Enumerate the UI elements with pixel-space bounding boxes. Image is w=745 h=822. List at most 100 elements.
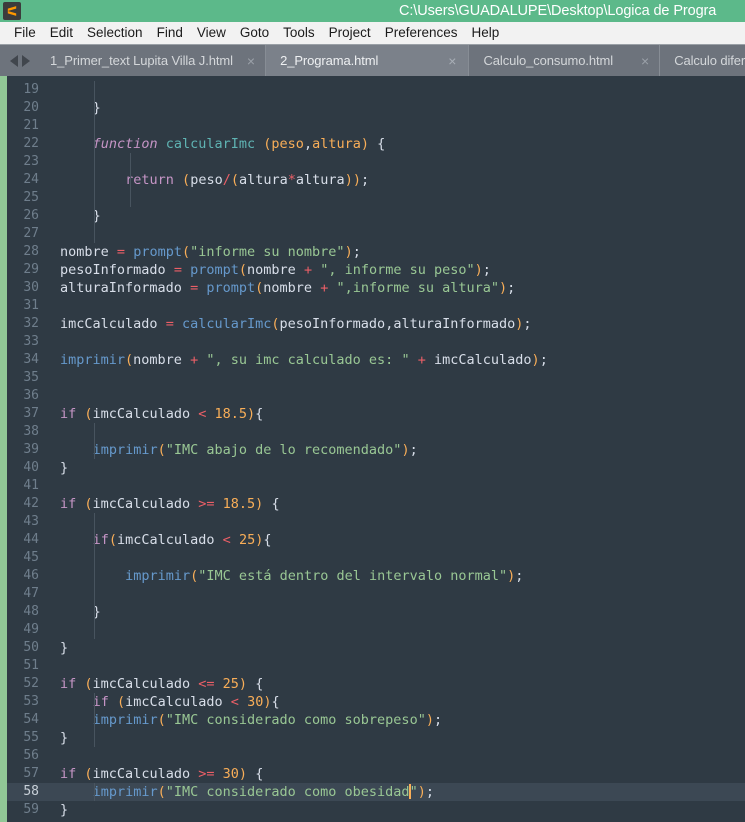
code-line[interactable]: 58 imprimir("IMC considerado como obesid… <box>7 783 745 801</box>
code-line[interactable]: 21 <box>7 117 745 135</box>
close-icon[interactable]: × <box>641 54 649 68</box>
line-number: 57 <box>23 766 39 781</box>
code-line[interactable]: 54 imprimir("IMC considerado como sobrep… <box>7 711 745 729</box>
menu-item-preferences[interactable]: Preferences <box>378 22 465 44</box>
code-line[interactable]: 28 nombre = prompt("informe su nombre"); <box>7 243 745 261</box>
line-number: 59 <box>23 802 39 817</box>
code-line[interactable]: 20 } <box>7 99 745 117</box>
code-line[interactable]: 48 } <box>7 603 745 621</box>
code-line[interactable]: 36 <box>7 387 745 405</box>
code-line[interactable]: 32 imcCalculado = calcularImc(pesoInforma… <box>7 315 745 333</box>
code-line[interactable]: 43 <box>7 513 745 531</box>
code-text: imprimir("IMC está dentro del intervalo … <box>125 568 524 584</box>
indent-guide <box>94 693 95 747</box>
code-line[interactable]: 33 <box>7 333 745 351</box>
code-line[interactable]: 40} <box>7 459 745 477</box>
code-text: if (imcCalculado < 18.5){ <box>60 406 264 422</box>
line-number: 28 <box>23 244 39 259</box>
menu-item-selection[interactable]: Selection <box>80 22 150 44</box>
tab-label: 2_Programa.html <box>280 53 379 68</box>
line-number: 39 <box>23 442 39 457</box>
close-icon[interactable]: × <box>448 54 456 68</box>
menu-bar: File Edit Selection Find View Goto Tools… <box>0 22 745 45</box>
arrow-right-icon[interactable] <box>22 54 30 67</box>
menu-item-edit[interactable]: Edit <box>43 22 80 44</box>
line-number: 33 <box>23 334 39 349</box>
line-number: 29 <box>23 262 39 277</box>
code-line[interactable]: 55} <box>7 729 745 747</box>
code-line[interactable]: 27 <box>7 225 745 243</box>
line-number: 22 <box>23 136 39 151</box>
code-line[interactable]: 25 <box>7 189 745 207</box>
code-line[interactable]: 57 if (imcCalculado >= 30) { <box>7 765 745 783</box>
code-line[interactable]: 19 <box>7 81 745 99</box>
code-line[interactable]: 30 alturaInformado = prompt(nombre + ",in… <box>7 279 745 297</box>
code-line[interactable]: 34 imprimir(nombre + ", su imc calculado … <box>7 351 745 369</box>
code-text: } <box>92 100 101 116</box>
code-line[interactable]: 31 <box>7 297 745 315</box>
line-number: 54 <box>23 712 39 727</box>
window-title: C:\Users\GUADALUPE\Desktop\Logica de Pro… <box>399 3 717 19</box>
code-line[interactable]: 24 return (peso/(altura*altura)); <box>7 171 745 189</box>
line-number: 32 <box>23 316 39 331</box>
code-line[interactable]: 42 if (imcCalculado >= 18.5) { <box>7 495 745 513</box>
close-icon[interactable]: × <box>247 54 255 68</box>
code-text: alturaInformado = prompt(nombre + ",info… <box>60 280 516 296</box>
code-text: } <box>60 640 69 656</box>
menu-item-project[interactable]: Project <box>322 22 378 44</box>
menu-item-goto[interactable]: Goto <box>233 22 276 44</box>
line-number: 36 <box>23 388 39 403</box>
code-line[interactable]: 49 <box>7 621 745 639</box>
menu-item-help[interactable]: Help <box>465 22 507 44</box>
code-text: pesoInformado = prompt(nombre + ", infor… <box>60 262 491 278</box>
code-line[interactable]: 38 <box>7 423 745 441</box>
menu-item-file[interactable]: File <box>7 22 43 44</box>
line-number: 42 <box>23 496 39 511</box>
tab-calculo-consumo[interactable]: Calculo_consumo.html × <box>468 45 659 76</box>
code-line[interactable]: 41 <box>7 477 745 495</box>
tab-calculo-diferencia-edades[interactable]: Calculo diferencia de edades.htm <box>659 45 745 76</box>
code-line[interactable]: 53 if (imcCalculado < 30){ <box>7 693 745 711</box>
code-line[interactable]: 26 } <box>7 207 745 225</box>
line-number: 31 <box>23 298 39 313</box>
code-line[interactable]: 22 function calcularImc (peso,altura) { <box>7 135 745 153</box>
line-number: 27 <box>23 226 39 241</box>
code-line[interactable]: 56 <box>7 747 745 765</box>
tab-2-programa[interactable]: 2_Programa.html × <box>265 45 469 76</box>
code-text: if(imcCalculado < 25){ <box>92 532 272 548</box>
line-number: 34 <box>23 352 39 367</box>
code-line[interactable]: 44 if(imcCalculado < 25){ <box>7 531 745 549</box>
code-line[interactable]: 35 <box>7 369 745 387</box>
code-line[interactable]: 29 pesoInformado = prompt(nombre + ", inf… <box>7 261 745 279</box>
menu-item-find[interactable]: Find <box>150 22 190 44</box>
code-line[interactable]: 45 <box>7 549 745 567</box>
tab-1-primer-text[interactable]: 1_Primer_text Lupita Villa J.html × <box>38 45 265 76</box>
menu-item-view[interactable]: View <box>190 22 233 44</box>
tab-label: Calculo diferencia de edades.htm <box>674 53 745 68</box>
code-line[interactable]: 23 <box>7 153 745 171</box>
code-text: imprimir("IMC considerado como sobrepeso… <box>92 712 443 728</box>
menu-item-tools[interactable]: Tools <box>276 22 322 44</box>
line-number: 20 <box>23 100 39 115</box>
code-editor[interactable]: 19 20 } 21 22 function calcularImc (peso,al… <box>7 76 745 822</box>
code-line[interactable]: 52 if (imcCalculado <= 25) { <box>7 675 745 693</box>
arrow-left-icon[interactable] <box>10 54 18 67</box>
line-number: 50 <box>23 640 39 655</box>
code-line[interactable]: 47 <box>7 585 745 603</box>
code-line[interactable]: 39 imprimir("IMC abajo de lo recomendado… <box>7 441 745 459</box>
editor-area: 19 20 } 21 22 function calcularImc (peso,al… <box>0 76 745 822</box>
code-text: if (imcCalculado >= 30) { <box>60 766 264 782</box>
line-number: 53 <box>23 694 39 709</box>
code-line[interactable]: 59} <box>7 801 745 819</box>
code-line[interactable]: 37 if (imcCalculado < 18.5){ <box>7 405 745 423</box>
code-line[interactable]: 51 <box>7 657 745 675</box>
code-line[interactable]: 50} <box>7 639 745 657</box>
code-text: } <box>60 730 69 746</box>
code-line[interactable]: 46 imprimir("IMC está dentro del interva… <box>7 567 745 585</box>
